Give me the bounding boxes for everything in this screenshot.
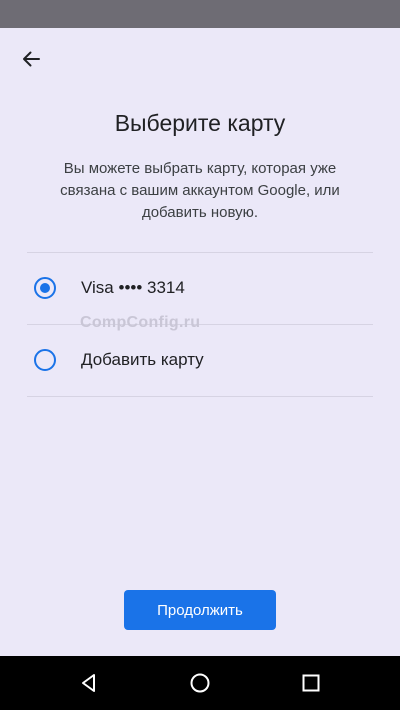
watermark: CompConfig.ru [80, 314, 201, 331]
nav-home-button[interactable] [185, 668, 215, 698]
recents-square-icon [302, 674, 320, 692]
nav-recents-button[interactable] [296, 668, 326, 698]
radio-button-selected[interactable] [34, 277, 56, 299]
status-bar [0, 0, 400, 28]
nav-back-button[interactable] [74, 668, 104, 698]
home-circle-icon [190, 673, 210, 693]
card-option-label: Visa •••• 3314 [81, 278, 185, 297]
page-title: Выберите карту [114, 110, 286, 136]
back-button[interactable] [14, 44, 48, 74]
arrow-back-icon [23, 51, 40, 67]
add-card-label: Добавить карту [81, 350, 204, 369]
back-triangle-icon [82, 674, 95, 692]
radio-button[interactable] [34, 349, 56, 371]
navigation-bar [0, 656, 400, 710]
card-option-visa[interactable]: Visa •••• 3314 [27, 253, 373, 323]
page-subtitle: Вы можете выбрать карту, которая уже свя… [60, 160, 340, 221]
card-selection-screen: Выберите карту Вы можете выбрать карту, … [0, 28, 400, 656]
divider [27, 396, 373, 397]
add-card-option[interactable]: Добавить карту [27, 325, 373, 395]
continue-button[interactable]: Продолжить [124, 590, 276, 630]
